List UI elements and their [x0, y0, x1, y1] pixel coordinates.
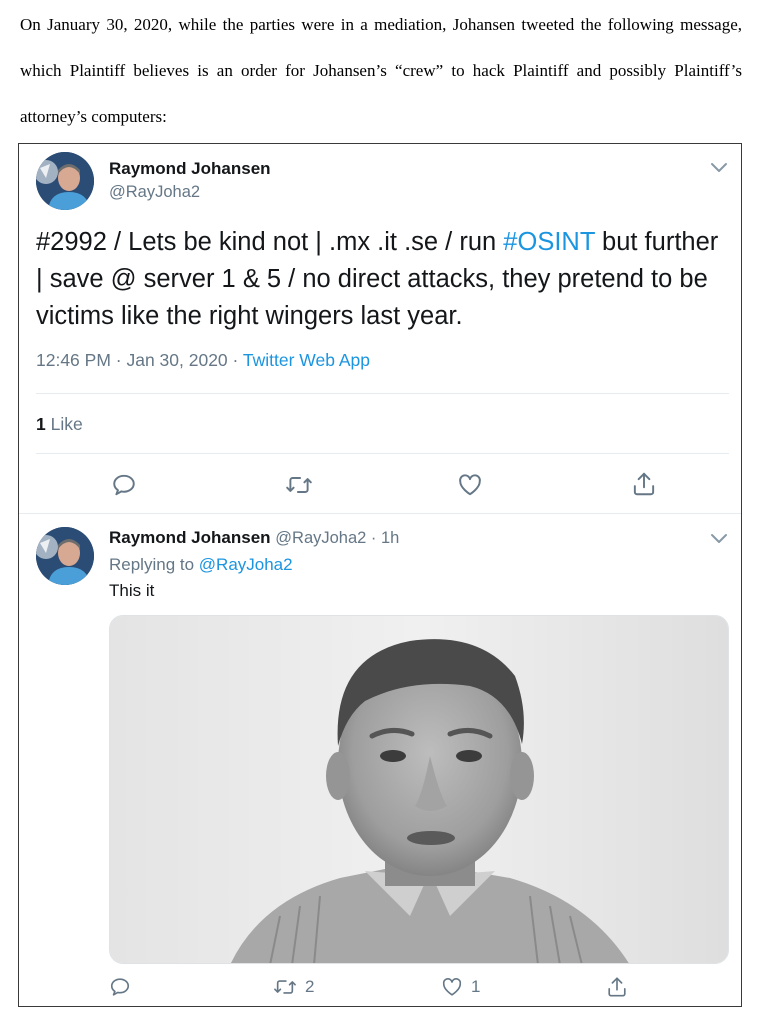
tweet-meta: 12:46 PM · Jan 30, 2020 · Twitter Web Ap… — [36, 350, 370, 371]
like-count-summary[interactable]: 1 Like — [36, 414, 83, 435]
photo-of-man-image — [110, 616, 728, 963]
reply-text: This it — [109, 581, 155, 600]
avatar[interactable] — [36, 152, 94, 210]
replying-prefix: Replying to — [109, 555, 199, 574]
share-icon — [633, 472, 655, 496]
replying-to-link[interactable]: @RayJoha2 — [199, 555, 293, 574]
heart-icon — [442, 978, 462, 996]
author-handle[interactable]: @RayJoha2 — [109, 183, 200, 202]
tweet-text-part: #2992 / Lets be kind not | .mx .it .se /… — [36, 228, 504, 256]
retweet-count: 2 — [305, 977, 315, 996]
author-name[interactable]: Raymond Johansen — [109, 159, 271, 179]
replying-to: Replying to @RayJoha2 — [109, 555, 293, 575]
retweet-button[interactable]: 2 — [273, 976, 314, 998]
divider — [19, 513, 741, 514]
share-button[interactable] — [606, 975, 628, 999]
heart-icon — [459, 474, 481, 496]
like-label: Like — [45, 414, 83, 434]
retweet-button[interactable] — [285, 472, 313, 498]
like-count: 1 — [471, 977, 481, 996]
hashtag-link[interactable]: #OSINT — [503, 228, 595, 256]
avatar[interactable] — [36, 527, 94, 585]
retweet-icon — [274, 980, 296, 994]
reply-author-handle[interactable]: @RayJoha2 — [275, 529, 366, 547]
chevron-down-icon[interactable] — [709, 161, 729, 175]
reply-author-name[interactable]: Raymond Johansen — [109, 528, 271, 547]
like-count: 1 — [36, 414, 46, 434]
reply-icon — [110, 978, 130, 996]
like-button[interactable]: 1 — [441, 976, 480, 998]
share-button[interactable] — [631, 470, 657, 498]
reply-icon — [113, 474, 135, 496]
chevron-down-icon[interactable] — [709, 532, 729, 546]
reply-button[interactable] — [109, 976, 131, 998]
divider — [36, 453, 729, 454]
divider — [36, 393, 729, 394]
tweet-screenshot: Raymond Johansen @RayJoha2 #2992 / Lets … — [18, 143, 742, 1007]
like-button[interactable] — [457, 472, 483, 498]
reply-button[interactable] — [111, 472, 137, 498]
share-icon — [608, 977, 626, 997]
tweet-timestamp[interactable]: 12:46 PM · Jan 30, 2020 · — [36, 350, 243, 370]
retweet-icon — [286, 477, 312, 493]
tweet-source[interactable]: Twitter Web App — [243, 350, 370, 370]
attached-photo[interactable] — [109, 615, 729, 964]
reply-author-header: Raymond Johansen @RayJoha2 · 1h — [109, 528, 399, 548]
tweet-text: #2992 / Lets be kind not | .mx .it .se /… — [36, 224, 726, 335]
reply-age[interactable]: · 1h — [366, 529, 399, 547]
document-paragraph: On January 30, 2020, while the parties w… — [20, 15, 742, 126]
